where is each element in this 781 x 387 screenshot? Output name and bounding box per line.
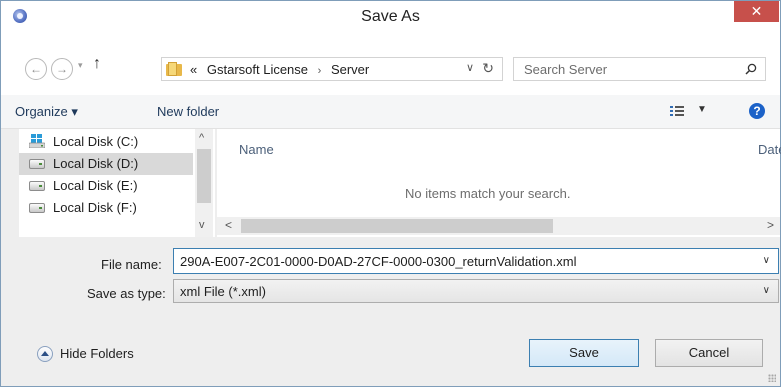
title-bar: Save As ✕ xyxy=(1,1,780,35)
file-list-pane: Name Date No items match your search. < … xyxy=(217,129,781,237)
breadcrumb-overflow[interactable]: « xyxy=(190,62,197,77)
address-dropdown-icon[interactable]: ∨ xyxy=(466,61,474,74)
drive-icon xyxy=(29,181,45,191)
resize-grip-icon[interactable] xyxy=(768,374,776,382)
nav-item-local-disk-d[interactable]: Local Disk (D:) xyxy=(19,153,193,175)
breadcrumb-separator-icon[interactable]: › xyxy=(318,65,322,77)
navpane-vertical-scrollbar[interactable]: ^ v xyxy=(195,129,213,237)
search-icon[interactable] xyxy=(745,63,757,75)
drive-icon xyxy=(29,203,45,213)
search-input[interactable] xyxy=(514,58,734,80)
scrollbar-thumb[interactable] xyxy=(241,219,553,233)
windows-drive-icon xyxy=(29,134,45,148)
empty-message: No items match your search. xyxy=(405,186,571,201)
scroll-up-icon[interactable]: ^ xyxy=(199,132,204,144)
close-button[interactable]: ✕ xyxy=(734,1,779,22)
recent-locations-dropdown[interactable]: ▾ xyxy=(78,60,83,71)
forward-button[interactable]: → xyxy=(51,58,73,80)
nav-item-local-disk-e[interactable]: Local Disk (E:) xyxy=(19,175,193,197)
help-icon[interactable]: ? xyxy=(749,103,765,119)
command-bar: Organize ▾ New folder ▼ ? xyxy=(1,95,780,129)
view-options-icon[interactable] xyxy=(670,106,684,116)
nav-item-label: Local Disk (D:) xyxy=(53,156,139,171)
save-as-type-label: Save as type: xyxy=(87,286,166,301)
hide-folders-label: Hide Folders xyxy=(60,346,134,361)
nav-item-label: Local Disk (C:) xyxy=(53,134,139,149)
new-folder-button[interactable]: New folder xyxy=(157,104,219,119)
navigation-pane: Local Disk (C:) Local Disk (D:) Local Di… xyxy=(19,129,215,237)
breadcrumb-item[interactable]: Gstarsoft License xyxy=(207,62,308,77)
save-as-type-dropdown-icon[interactable]: ∨ xyxy=(763,285,770,296)
nav-item-label: Local Disk (E:) xyxy=(53,178,138,193)
search-box xyxy=(513,57,766,81)
filepane-horizontal-scrollbar[interactable]: < > xyxy=(217,217,780,235)
folder-icon xyxy=(166,62,182,76)
breadcrumb-item[interactable]: Server xyxy=(331,62,369,77)
scroll-down-icon[interactable]: v xyxy=(199,219,205,231)
file-name-combobox: ∨ xyxy=(173,248,779,274)
save-button[interactable]: Save xyxy=(529,339,639,367)
dialog-title: Save As xyxy=(361,8,420,25)
collapse-arrow-icon xyxy=(37,346,53,362)
navigation-bar: ← → ▾ ↑ « Gstarsoft License › Server ∨ ↻ xyxy=(1,35,780,95)
column-header-date[interactable]: Date xyxy=(758,142,781,157)
address-bar[interactable]: « Gstarsoft License › Server ∨ ↻ xyxy=(161,57,503,81)
file-name-dropdown-icon[interactable]: ∨ xyxy=(763,255,770,266)
breadcrumb: « Gstarsoft License › Server xyxy=(190,62,375,77)
cancel-button[interactable]: Cancel xyxy=(655,339,763,367)
refresh-icon[interactable]: ↻ xyxy=(482,60,494,77)
nav-item-local-disk-f[interactable]: Local Disk (F:) xyxy=(19,197,193,219)
organize-button[interactable]: Organize ▾ xyxy=(15,104,78,120)
column-header-name[interactable]: Name xyxy=(239,142,274,157)
nav-item-label: Local Disk (F:) xyxy=(53,200,137,215)
file-name-label: File name: xyxy=(101,257,162,272)
save-as-dialog: Save As ✕ ← → ▾ ↑ « Gstarsoft License › … xyxy=(0,0,781,387)
scroll-right-icon[interactable]: > xyxy=(767,218,774,232)
drive-icon xyxy=(29,159,45,169)
scroll-left-icon[interactable]: < xyxy=(225,218,232,232)
view-dropdown-icon[interactable]: ▼ xyxy=(697,104,707,115)
save-as-type-value: xml File (*.xml) xyxy=(180,284,266,299)
scrollbar-thumb[interactable] xyxy=(197,149,211,203)
up-one-level-button[interactable]: ↑ xyxy=(93,55,101,73)
file-name-input[interactable] xyxy=(174,249,744,273)
nav-item-local-disk-c[interactable]: Local Disk (C:) xyxy=(19,131,193,153)
back-button[interactable]: ← xyxy=(25,58,47,80)
save-as-type-select[interactable]: xml File (*.xml) ∨ xyxy=(173,279,779,303)
